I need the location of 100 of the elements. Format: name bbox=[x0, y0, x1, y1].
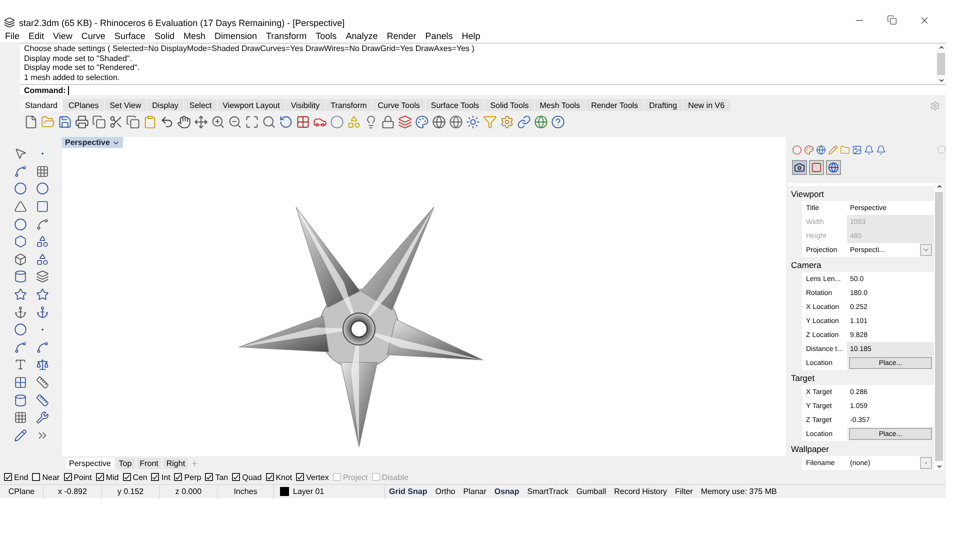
color-wheel-icon[interactable] bbox=[792, 144, 802, 154]
image-icon[interactable] bbox=[852, 144, 862, 154]
toolbar-tab[interactable]: Viewport Layout bbox=[218, 99, 285, 111]
dimension-icon[interactable] bbox=[36, 376, 48, 390]
osnap-checkbox[interactable]: Perp bbox=[174, 472, 202, 482]
camera-icon[interactable] bbox=[792, 160, 807, 175]
status-toggle[interactable]: SmartTrack bbox=[523, 484, 572, 498]
circle-icon[interactable] bbox=[330, 115, 344, 129]
save-icon[interactable] bbox=[58, 115, 72, 129]
menu-item[interactable]: Edit bbox=[28, 31, 44, 41]
toolbar-tab[interactable]: Solid Tools bbox=[485, 99, 534, 111]
osnap-checkbox[interactable]: Int bbox=[151, 472, 170, 482]
toolbar-tab[interactable]: CPlanes bbox=[63, 99, 104, 111]
osnap-checkbox[interactable]: Near bbox=[32, 472, 60, 482]
osnap-checkbox[interactable]: Vertex bbox=[296, 472, 329, 482]
scroll-up-icon[interactable] bbox=[938, 44, 944, 51]
toolbar-tab[interactable]: Standard bbox=[20, 99, 62, 111]
pointer-icon[interactable] bbox=[14, 147, 26, 160]
osnap-checkbox[interactable]: End bbox=[4, 472, 28, 482]
copy-icon[interactable] bbox=[126, 115, 140, 129]
menu-item[interactable]: Panels bbox=[425, 31, 453, 41]
circle-icon[interactable] bbox=[14, 182, 26, 196]
status-toggle[interactable]: Filter bbox=[671, 484, 697, 498]
status-toggle[interactable]: Grid Snap bbox=[385, 484, 432, 498]
sun-icon[interactable] bbox=[466, 115, 480, 129]
osnap-checkbox[interactable]: Quad bbox=[232, 472, 262, 482]
scroll-down-icon[interactable] bbox=[938, 77, 944, 84]
menu-item[interactable]: Tools bbox=[316, 31, 337, 41]
status-toggle[interactable]: Osnap bbox=[490, 484, 524, 498]
status-toggle[interactable]: Gumball bbox=[572, 484, 610, 498]
menu-item[interactable]: Curve bbox=[81, 31, 106, 41]
printer-icon[interactable] bbox=[75, 115, 89, 129]
menu-item[interactable]: Surface bbox=[114, 31, 146, 41]
toolbar-tab[interactable]: Curve Tools bbox=[372, 99, 425, 111]
scale-icon[interactable] bbox=[36, 358, 48, 372]
toolbar-tab[interactable]: Select bbox=[184, 99, 217, 111]
notification-icon[interactable] bbox=[876, 144, 886, 154]
units-label[interactable]: Inches bbox=[218, 484, 274, 498]
curve-icon[interactable] bbox=[36, 218, 48, 231]
toolbar-tab[interactable]: Visibility bbox=[286, 99, 325, 111]
menu-item[interactable]: Dimension bbox=[214, 31, 257, 41]
toolbar-tab[interactable]: New in V6 bbox=[683, 99, 730, 111]
osnap-checkbox[interactable]: Point bbox=[64, 472, 92, 482]
globe-icon[interactable] bbox=[449, 115, 463, 129]
search-icon[interactable] bbox=[262, 115, 276, 129]
viewport-tab[interactable]: Right bbox=[163, 458, 188, 468]
status-toggle[interactable]: Record History bbox=[610, 484, 672, 498]
menu-item[interactable]: File bbox=[5, 31, 20, 41]
rectangle-icon[interactable] bbox=[36, 200, 48, 214]
new-file-icon[interactable] bbox=[24, 115, 38, 129]
lightbulb-icon[interactable] bbox=[364, 115, 378, 129]
layer-label[interactable]: Layer 01 bbox=[289, 484, 385, 498]
osnap-checkbox[interactable]: Cen bbox=[122, 472, 148, 482]
viewport-title[interactable]: Perspective bbox=[62, 137, 123, 148]
close-icon[interactable] bbox=[919, 15, 930, 26]
toolbar-tab[interactable]: Mesh Tools bbox=[534, 99, 586, 111]
grid-icon[interactable] bbox=[14, 411, 26, 424]
palette-icon[interactable] bbox=[415, 115, 429, 129]
toolbar-tab[interactable]: Set View bbox=[104, 99, 146, 111]
zoom-icon[interactable] bbox=[211, 115, 225, 129]
scroll-down-icon[interactable] bbox=[936, 463, 942, 470]
cylinder-icon[interactable] bbox=[14, 270, 26, 284]
frame-icon[interactable] bbox=[809, 160, 824, 175]
status-toggle[interactable]: Ortho bbox=[431, 484, 460, 498]
cut-icon[interactable] bbox=[109, 115, 123, 129]
viewport-tab[interactable]: Perspective bbox=[66, 458, 114, 468]
move-icon[interactable] bbox=[194, 115, 208, 129]
cplane-label[interactable]: CPlane bbox=[0, 484, 44, 498]
menu-item[interactable]: Help bbox=[462, 31, 480, 41]
toolbar-tab[interactable]: Drafting bbox=[644, 99, 682, 111]
link-icon[interactable] bbox=[517, 115, 531, 129]
scrollbar[interactable] bbox=[936, 44, 946, 84]
pencil-icon[interactable] bbox=[828, 144, 838, 154]
toolbar-tab[interactable]: Surface Tools bbox=[426, 99, 484, 111]
scroll-up-icon[interactable] bbox=[936, 183, 942, 190]
bell-icon[interactable] bbox=[864, 144, 874, 154]
menu-item[interactable]: Mesh bbox=[183, 31, 206, 41]
layers-icon[interactable] bbox=[398, 115, 412, 129]
polygon-icon[interactable] bbox=[14, 200, 26, 214]
menu-item[interactable]: View bbox=[53, 31, 72, 41]
menu-item[interactable]: Transform bbox=[266, 31, 307, 41]
toolbar-tab[interactable]: Display bbox=[147, 99, 184, 111]
help-icon[interactable] bbox=[551, 115, 565, 129]
status-toggle[interactable]: Planar bbox=[459, 484, 490, 498]
toolbar-tab[interactable]: Transform bbox=[326, 99, 372, 111]
menu-item[interactable]: Render bbox=[386, 31, 416, 41]
menu-item[interactable]: Analyze bbox=[346, 31, 378, 41]
osnap-checkbox[interactable]: Knot bbox=[266, 472, 292, 482]
viewport-tab[interactable]: Top bbox=[116, 458, 135, 468]
viewport-tab[interactable]: Front bbox=[136, 458, 162, 468]
restore-icon[interactable] bbox=[887, 15, 897, 25]
hand-icon[interactable] bbox=[177, 115, 191, 129]
scrollbar[interactable] bbox=[934, 183, 944, 470]
gear-icon[interactable] bbox=[500, 115, 514, 129]
undo-icon[interactable] bbox=[160, 115, 174, 129]
edit-icon[interactable] bbox=[14, 428, 26, 442]
osnap-checkbox[interactable]: Mid bbox=[96, 472, 119, 482]
toolbar-tab[interactable]: Render Tools bbox=[586, 99, 644, 111]
box-icon[interactable] bbox=[14, 252, 26, 266]
menu-item[interactable]: Solid bbox=[154, 31, 174, 41]
